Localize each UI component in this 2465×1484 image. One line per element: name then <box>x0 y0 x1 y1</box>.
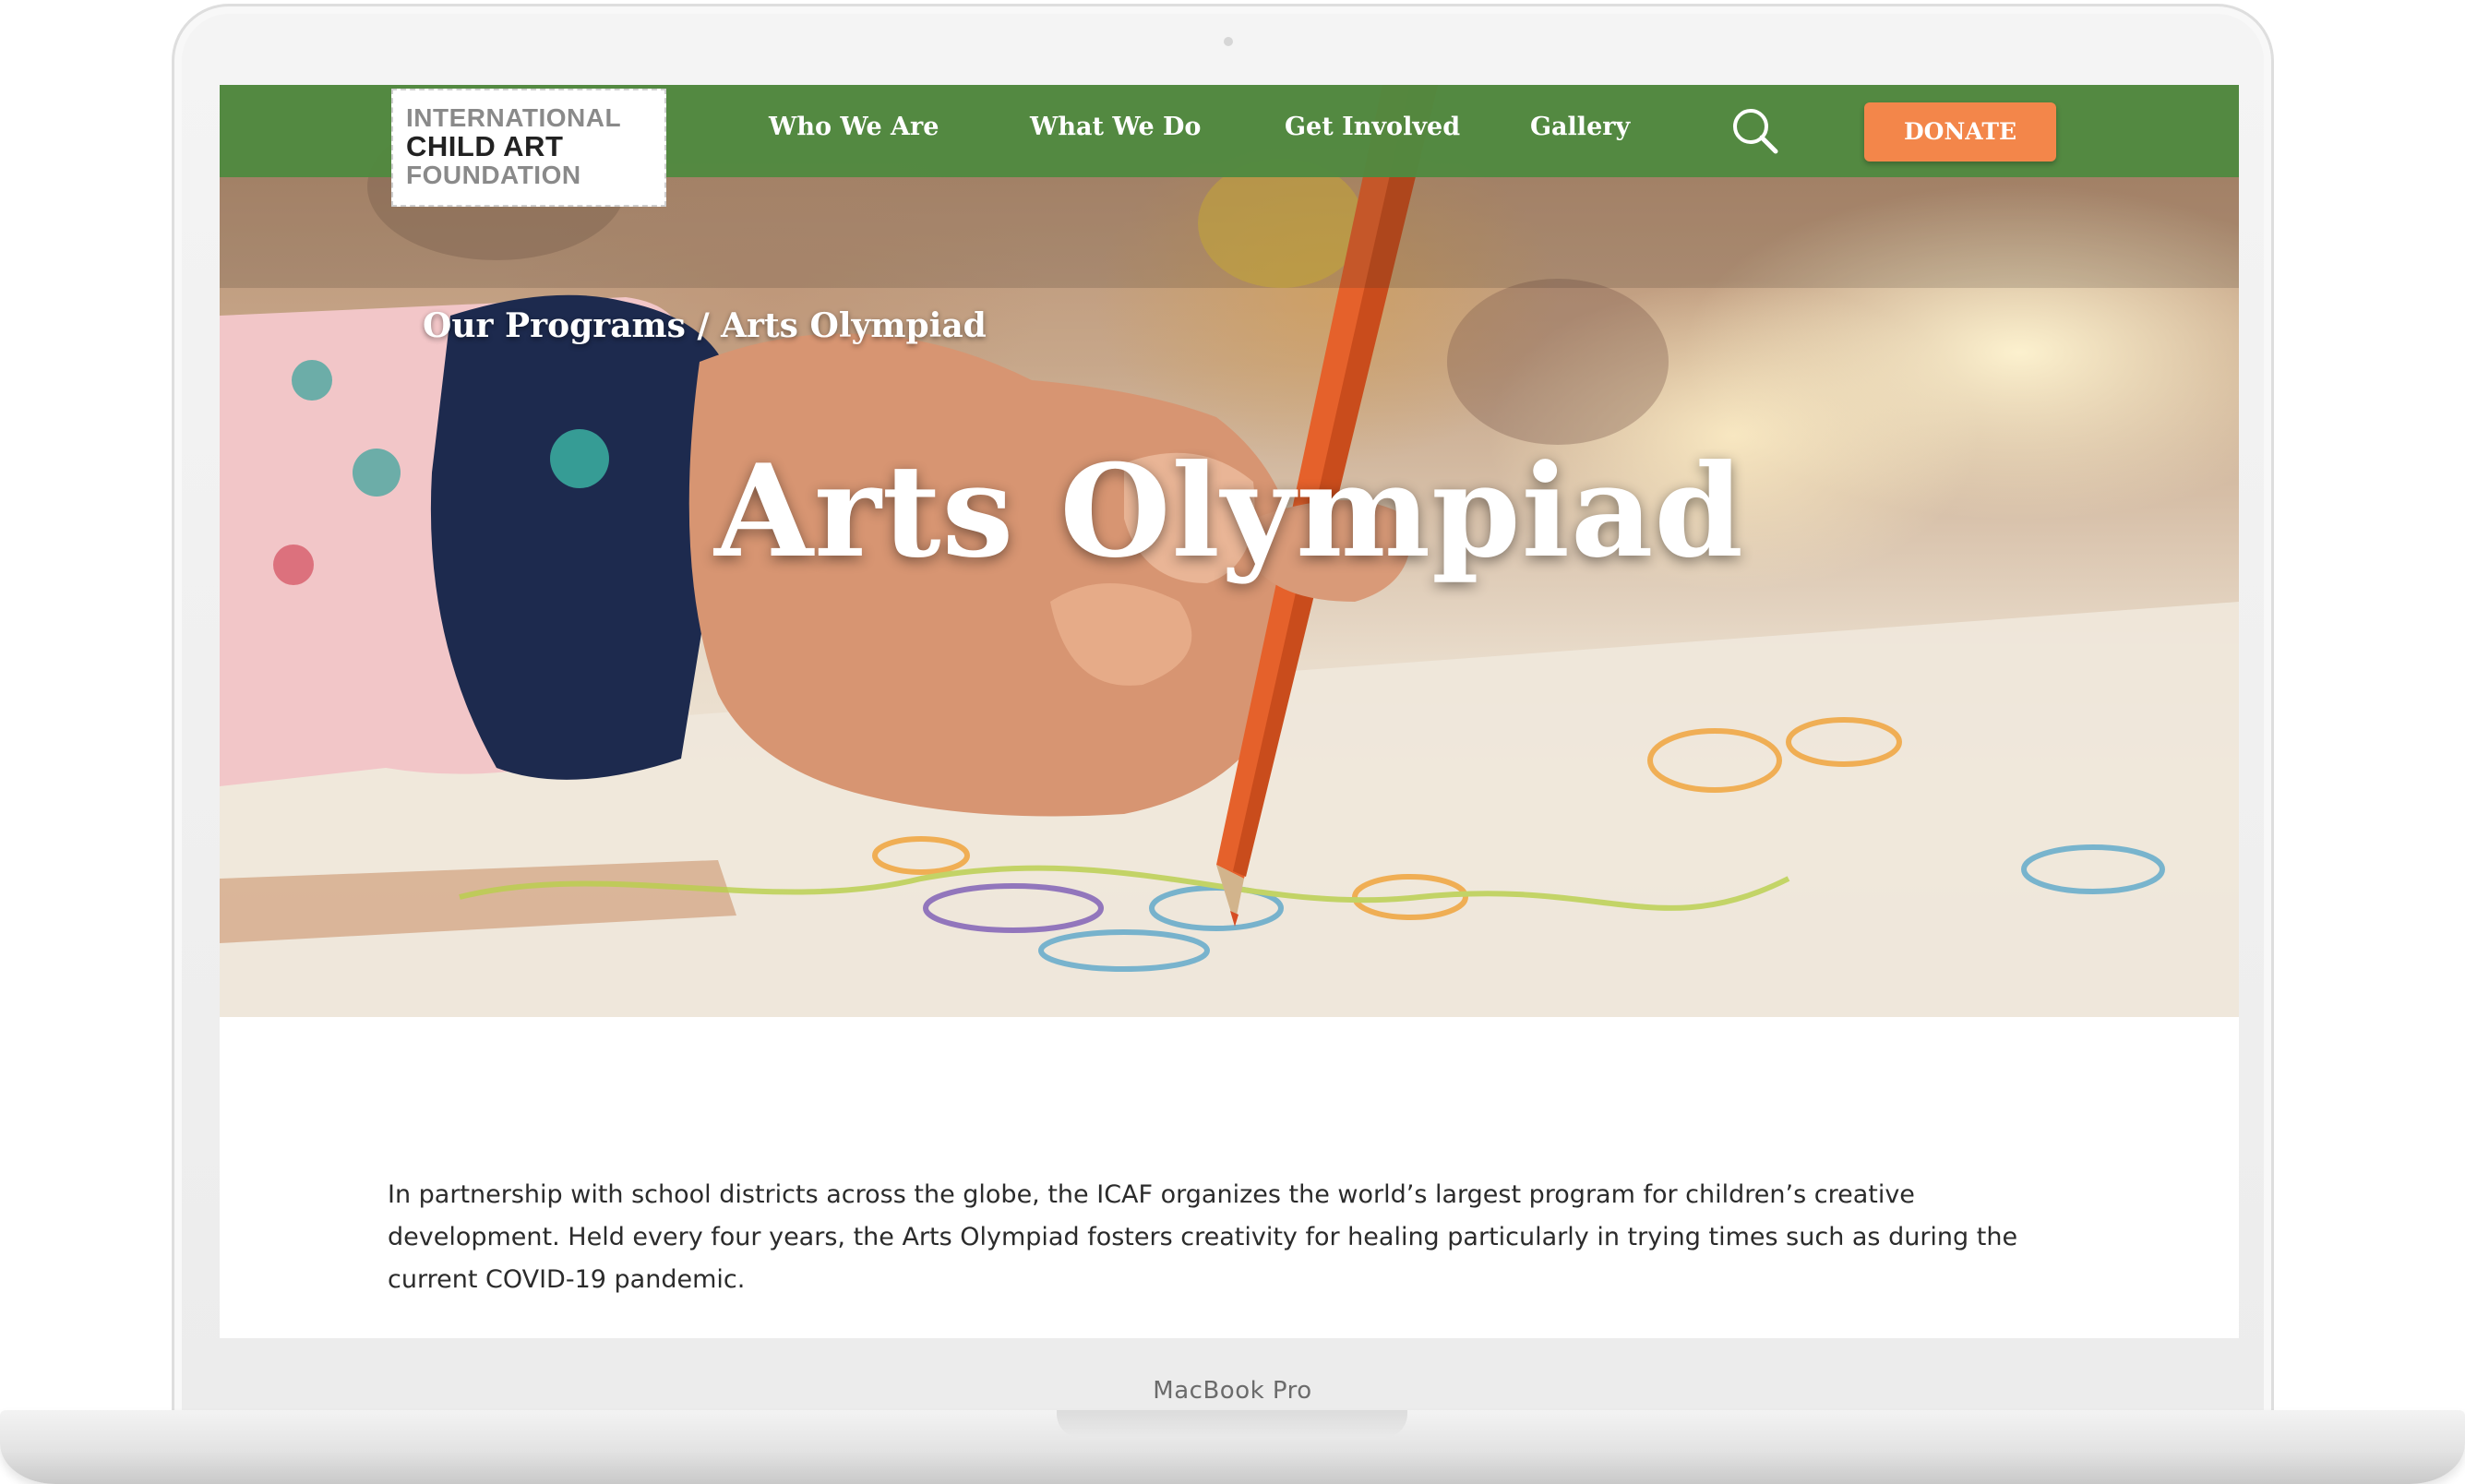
breadcrumb-separator: / <box>685 306 722 345</box>
intro-paragraph: In partnership with school districts acr… <box>388 1180 2018 1294</box>
nav-what-we-do[interactable]: What We Do <box>1030 113 1201 141</box>
nav-gallery[interactable]: Gallery <box>1530 113 1630 141</box>
breadcrumb-link-our-programs[interactable]: Our Programs <box>423 306 686 345</box>
laptop-base-notch <box>1057 1410 1407 1438</box>
logo-line-1: INTERNATIONAL <box>406 103 622 132</box>
nav-get-involved[interactable]: Get Involved <box>1285 113 1460 141</box>
logo-line-3: FOUNDATION <box>406 161 581 189</box>
breadcrumb: Our Programs / Arts Olympiad <box>423 306 987 345</box>
search-icon <box>1733 109 1778 154</box>
breadcrumb-current: Arts Olympiad <box>721 306 987 345</box>
search-button[interactable] <box>1728 103 1783 159</box>
site-logo[interactable]: INTERNATIONAL CHILD ART FOUNDATION <box>391 89 666 207</box>
top-navigation: INTERNATIONAL CHILD ART FOUNDATION Who W… <box>220 85 2239 207</box>
nav-who-we-are[interactable]: Who We Are <box>769 113 939 141</box>
camera-icon <box>1224 37 1233 46</box>
donate-button[interactable]: DONATE <box>1864 102 2056 162</box>
logo-line-2: CHILD ART <box>406 130 564 162</box>
page-title: Arts Olympiad <box>714 436 1744 586</box>
device-label: MacBook Pro <box>1153 1377 1312 1405</box>
hero-image: Our Programs / Arts Olympiad Arts Olympi… <box>220 85 2239 1017</box>
browser-viewport: Our Programs / Arts Olympiad Arts Olympi… <box>220 85 2239 1338</box>
